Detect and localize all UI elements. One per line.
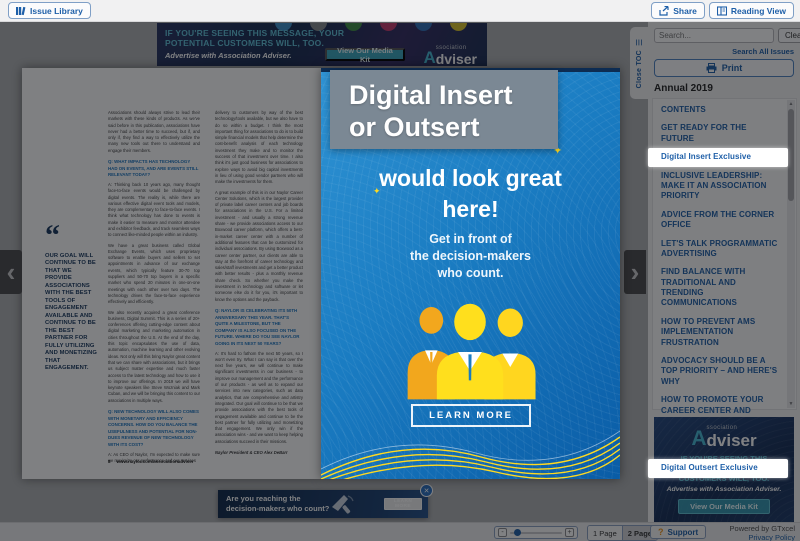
library-books-icon xyxy=(16,6,26,16)
top-toolbar: Issue Library Share Reading View xyxy=(0,0,800,22)
toc-item-digital-insert[interactable]: Digital Insert Exclusive xyxy=(648,148,788,166)
reading-view-button[interactable]: Reading View xyxy=(709,2,794,19)
reading-view-icon xyxy=(717,6,727,16)
wave-decoration xyxy=(321,417,620,479)
walkthrough-tooltip: Digital Insert or Outsert xyxy=(330,70,558,149)
ad-subheadline: Get in front of the decision-makers who … xyxy=(321,231,620,282)
business-people-icon xyxy=(395,296,545,400)
issue-library-label: Issue Library xyxy=(30,6,83,16)
sparkle-icon: ✦ xyxy=(373,186,381,197)
tooltip-line1: Digital Insert xyxy=(349,79,558,111)
share-icon xyxy=(659,6,669,16)
toc-item-digital-outsert[interactable]: Digital Outsert Exclusive xyxy=(648,459,788,477)
reading-view-label: Reading View xyxy=(731,6,786,16)
publication-viewer: Issue Library Share Reading View IF YO xyxy=(0,0,800,541)
share-button[interactable]: Share xyxy=(651,2,705,19)
share-label: Share xyxy=(673,6,697,16)
tooltip-line2: or Outsert xyxy=(349,111,558,143)
issue-library-button[interactable]: Issue Library xyxy=(8,2,91,19)
ad-headline: would look great here! xyxy=(321,163,620,225)
